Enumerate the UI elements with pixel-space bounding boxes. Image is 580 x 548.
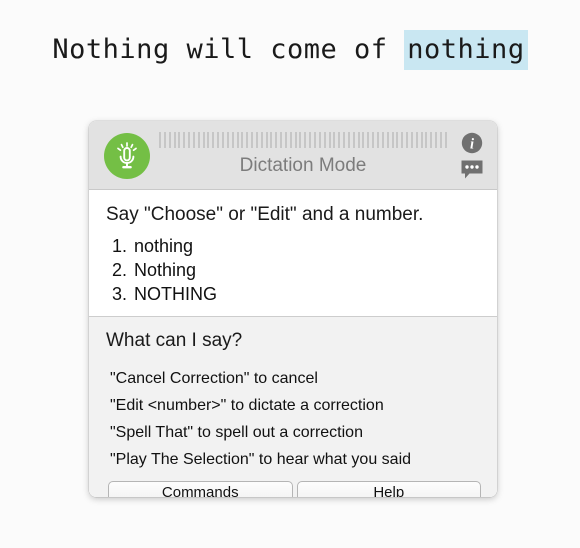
audio-meter-bar xyxy=(420,132,423,148)
audio-meter-bar xyxy=(376,132,379,148)
audio-meter-bar xyxy=(430,132,433,148)
audio-meter-bar xyxy=(396,132,399,148)
audio-meter-bar xyxy=(280,132,283,148)
suggestion-number: 3. xyxy=(112,284,128,304)
help-button[interactable]: Help xyxy=(296,481,481,497)
audio-meter-bar xyxy=(367,132,370,148)
audio-meter-bar xyxy=(241,132,244,148)
audio-meter-bar xyxy=(284,132,287,148)
audio-meter-bar xyxy=(289,132,292,148)
suggestions-prompt: Say "Choose" or "Edit" and a number. xyxy=(106,204,424,225)
audio-meter-bar xyxy=(439,132,442,148)
help-command: "Edit <number>" to dictate a correction xyxy=(110,397,384,414)
audio-meter-bar xyxy=(357,132,360,148)
commands-button[interactable]: Commands xyxy=(108,481,293,497)
dictation-panel-header: Dictation Mode i xyxy=(89,121,497,190)
audio-meter-bar xyxy=(197,132,200,148)
audio-meter-bar xyxy=(304,132,307,148)
help-section-title: What can I say? xyxy=(106,330,243,351)
audio-meter-bar xyxy=(275,132,278,148)
audio-meter-bar xyxy=(415,132,418,148)
audio-meter-bar xyxy=(163,132,166,148)
suggestions-section: Say "Choose" or "Edit" and a number. 1. … xyxy=(89,190,497,317)
document-text-line: Nothing will come of nothing xyxy=(0,30,580,70)
list-item[interactable]: 1. nothing xyxy=(89,234,497,258)
audio-meter-bar xyxy=(362,132,365,148)
audio-meter-bar xyxy=(236,132,239,148)
audio-meter-bar xyxy=(352,132,355,148)
info-icon[interactable]: i xyxy=(461,132,483,154)
audio-meter-bar xyxy=(299,132,302,148)
help-command-list: "Cancel Correction" to cancel "Edit <num… xyxy=(89,365,497,473)
audio-meter-bar xyxy=(192,132,195,148)
audio-meter-bar xyxy=(318,132,321,148)
audio-meter-bar xyxy=(178,132,181,148)
audio-meter-bar xyxy=(338,132,341,148)
help-command: "Spell That" to spell out a correction xyxy=(110,424,363,441)
audio-meter-bar xyxy=(347,132,350,148)
audio-meter-bar xyxy=(188,132,191,148)
speech-bubble-icon[interactable] xyxy=(460,159,484,180)
audio-meter-bar xyxy=(270,132,273,148)
audio-meter-bar xyxy=(333,132,336,148)
audio-meter-bar xyxy=(168,132,171,148)
help-command: "Cancel Correction" to cancel xyxy=(110,370,318,387)
audio-meter-bar xyxy=(314,132,316,148)
audio-meter-bar xyxy=(246,132,249,148)
dictation-panel: Dictation Mode i Say "Choose" or "Edit" xyxy=(89,121,497,497)
audio-meter-bar xyxy=(391,132,394,148)
audio-meter-bar xyxy=(435,132,438,148)
audio-meter-bar xyxy=(343,132,346,148)
audio-meter-bar xyxy=(309,132,312,148)
audio-meter-bar xyxy=(294,132,297,148)
microphone-icon[interactable] xyxy=(104,133,150,179)
suggestion-number: 1. xyxy=(112,236,128,256)
audio-meter-bar xyxy=(265,132,268,148)
audio-meter-bar xyxy=(401,132,404,148)
audio-meter-bar xyxy=(202,132,205,148)
audio-meter-bar xyxy=(217,132,220,148)
audio-meter-bar xyxy=(231,132,234,148)
audio-meter-bar xyxy=(410,132,413,148)
audio-meter-bar xyxy=(381,132,384,148)
suggestion-list: 1. nothing 2. Nothing 3. NOTHING xyxy=(89,234,497,306)
audio-meter-bar xyxy=(159,132,161,148)
audio-meter-bar xyxy=(255,132,258,148)
suggestion-number: 2. xyxy=(112,260,128,280)
audio-meter-bar xyxy=(425,132,428,148)
suggestion-text: Nothing xyxy=(134,260,197,280)
document-text-plain: Nothing will come of xyxy=(52,34,405,65)
panel-footer: Commands Help xyxy=(89,473,497,497)
list-item[interactable]: 3. NOTHING xyxy=(89,282,497,306)
audio-meter-bar xyxy=(406,132,409,148)
list-item[interactable]: 2. Nothing xyxy=(89,258,497,282)
audio-meter-bar xyxy=(207,132,210,148)
audio-level-meter xyxy=(159,132,447,148)
suggestion-text: nothing xyxy=(134,236,194,256)
audio-meter-bar xyxy=(226,132,229,148)
audio-meter-bar xyxy=(323,132,326,148)
document-text-selection: nothing xyxy=(404,30,528,70)
audio-meter-bar xyxy=(260,132,263,148)
audio-meter-bar xyxy=(212,132,215,148)
help-section: What can I say? "Cancel Correction" to c… xyxy=(89,317,497,473)
audio-meter-bar xyxy=(221,132,224,148)
audio-meter-bar xyxy=(328,132,331,148)
help-command: "Play The Selection" to hear what you sa… xyxy=(110,451,412,468)
audio-meter-bar xyxy=(173,132,176,148)
audio-meter-bar xyxy=(444,132,447,148)
audio-meter-bar xyxy=(183,132,186,148)
audio-meter-bar xyxy=(251,132,254,148)
audio-meter-bar xyxy=(386,132,389,148)
audio-meter-bar xyxy=(372,132,375,148)
svg-text:i: i xyxy=(470,136,474,152)
dictation-mode-label: Dictation Mode xyxy=(239,155,367,176)
suggestion-text: NOTHING xyxy=(134,284,217,304)
